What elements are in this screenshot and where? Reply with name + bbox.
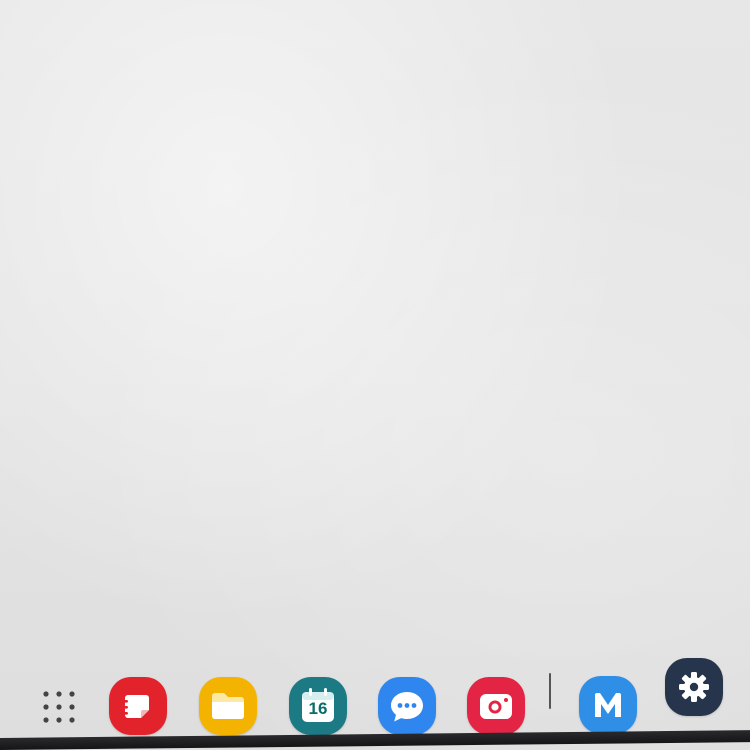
calendar-day-label: 16 [308,699,328,718]
gear-icon [679,672,709,702]
notes-icon [123,695,149,718]
camera-app-button[interactable] [467,677,525,735]
messages-app-button[interactable] [378,677,436,735]
app-grid-icon [43,691,75,723]
taskbar: 16 [0,650,750,740]
notes-app-button[interactable] [109,677,167,735]
calendar-app-button[interactable]: 16 [289,677,347,735]
folder-icon [212,693,244,719]
files-app-button[interactable] [199,677,257,735]
m-logo-icon [595,693,621,717]
desktop-background [0,0,750,750]
camera-icon [480,694,512,719]
dock-divider [549,673,551,709]
app-drawer-button[interactable] [40,688,84,732]
chat-bubble-icon [391,692,423,722]
m-app-button[interactable] [579,676,637,734]
settings-app-button[interactable] [665,658,723,716]
